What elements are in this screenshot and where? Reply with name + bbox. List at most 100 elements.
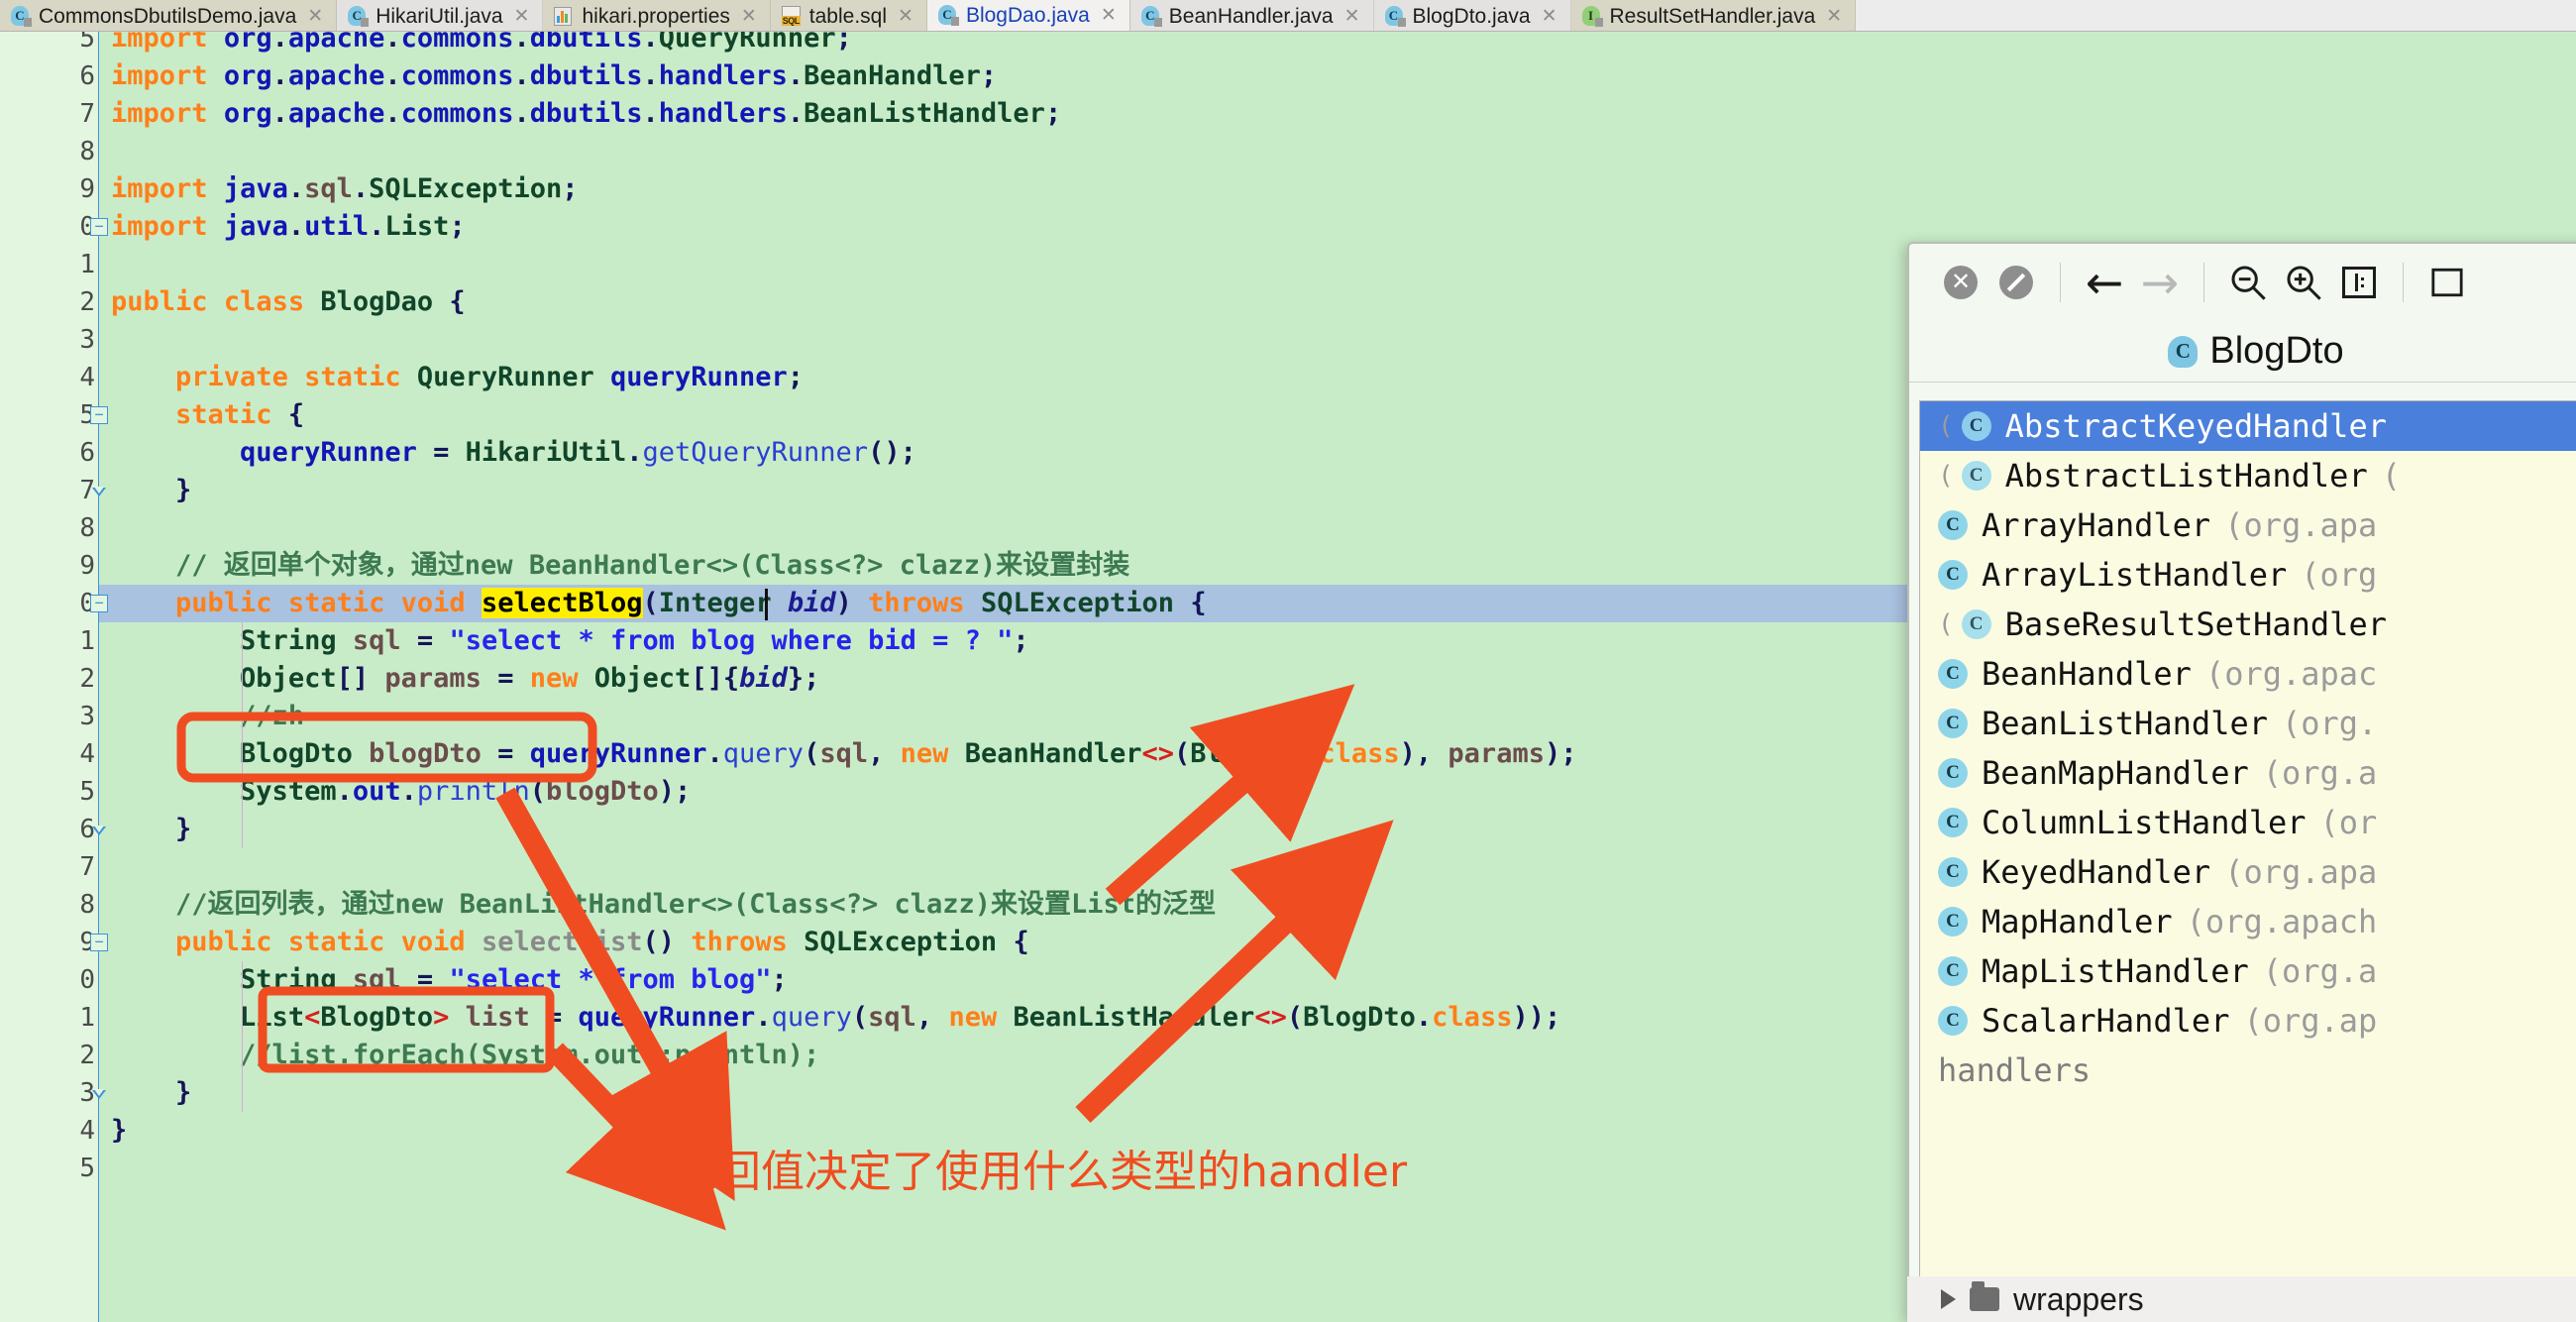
editor-tab-table-sql[interactable]: SQL table.sql ✕: [770, 0, 927, 31]
project-tree-row-wrappers[interactable]: wrappers: [1907, 1276, 2576, 1322]
java-class-icon: C: [1140, 5, 1162, 27]
forward-arrow-icon-glyph: →: [2140, 256, 2180, 309]
line-number: 5: [79, 1154, 95, 1183]
line-number: 7: [79, 852, 95, 882]
code-line: //list.forEach(System.out::println);: [240, 1040, 820, 1070]
editor-tab-blogdao-java[interactable]: C BlogDao.java ✕: [926, 0, 1130, 31]
close-icon[interactable]: ✕: [1826, 7, 1842, 26]
folder-icon: [1970, 1281, 1999, 1311]
fold-collapse-icon[interactable]: −: [90, 406, 108, 424]
autocomplete-list[interactable]: (C AbstractKeyedHandler(C AbstractListHand…: [1919, 400, 2576, 1294]
autocomplete-item[interactable]: C KeyedHandler (org.apa: [1920, 847, 2576, 897]
autocomplete-item[interactable]: C ArrayHandler (org.apa: [1920, 500, 2576, 550]
line-number: 6: [79, 61, 95, 91]
autocomplete-item-package: (org: [2301, 556, 2378, 594]
autocomplete-item-package: (org.ap: [2243, 1002, 2378, 1040]
autocomplete-item[interactable]: (C AbstractListHandler(: [1920, 451, 2576, 500]
line-number: 6: [79, 438, 95, 468]
autocomplete-item[interactable]: (C AbstractKeyedHandler: [1920, 401, 2576, 451]
java-class-icon: C: [348, 5, 370, 27]
editor-tab-hikariutil-java[interactable]: C HikariUtil.java ✕: [337, 0, 544, 31]
autocomplete-item[interactable]: C BeanListHandler (org.: [1920, 699, 2576, 748]
line-number: 2: [79, 664, 95, 694]
line-number: 8: [79, 890, 95, 920]
line-number: 3: [79, 702, 95, 731]
fold-end-marker-icon[interactable]: [90, 821, 108, 838]
code-line: private static QueryRunner queryRunner;: [175, 362, 805, 392]
close-icon[interactable]: ✕: [307, 7, 323, 26]
fold-collapse-icon[interactable]: −: [90, 595, 108, 612]
fold-end-marker-icon[interactable]: [90, 1084, 108, 1102]
line-number: 1: [79, 250, 95, 279]
java-interface-icon: I: [1581, 5, 1603, 27]
popup-toolbar[interactable]: ✕ ← →: [1909, 244, 2576, 321]
autocomplete-item[interactable]: C ColumnListHandler (or: [1920, 798, 2576, 847]
autocomplete-item-name: ScalarHandler: [1982, 1002, 2230, 1040]
class-icon: C: [1938, 659, 1968, 689]
autocomplete-item-package: (org.apac: [2204, 655, 2378, 693]
code-line: //返回列表，通过new BeanListHandler<>(Class<?> …: [175, 889, 1217, 920]
code-line: }: [175, 1077, 192, 1108]
editor-tab-resultsethandler-java[interactable]: I ResultSetHandler.java ✕: [1570, 0, 1857, 31]
tab-label: HikariUtil.java: [376, 4, 503, 28]
tab-label: BeanHandler.java: [1168, 4, 1334, 28]
documentation-popup-window[interactable]: ✕ ← → C BlogDto (C AbstractKeyedHandler(C Ab…: [1907, 242, 2576, 1322]
class-icon: C: [1938, 808, 1968, 837]
tree-row-label: wrappers: [2013, 1280, 2144, 1317]
autocomplete-item[interactable]: C ArrayListHandler (org: [1920, 550, 2576, 600]
autocomplete-item[interactable]: C MapHandler (org.apach: [1920, 897, 2576, 946]
line-number: 8: [79, 513, 95, 543]
close-icon[interactable]: ✕: [514, 7, 530, 26]
autocomplete-item[interactable]: C BeanMapHandler (org.a: [1920, 748, 2576, 798]
no-entry-icon[interactable]: [1988, 255, 2044, 310]
line-number: 4: [79, 739, 95, 769]
tab-label: table.sql: [808, 4, 888, 28]
toolbar-separator: [2060, 263, 2061, 302]
back-arrow-icon[interactable]: ←: [2077, 255, 2132, 310]
line-number: 0: [79, 589, 95, 618]
autocomplete-item-hidden[interactable]: handlers: [1920, 1046, 2576, 1095]
code-line: import org.apache.commons.dbutils.handle…: [111, 60, 998, 91]
abstract-class-icon: C: [1961, 609, 1991, 639]
autocomplete-item-name: KeyedHandler: [1982, 853, 2211, 891]
open-in-window-icon[interactable]: [2419, 255, 2475, 310]
line-number: 9: [79, 174, 95, 204]
close-icon[interactable]: ✕: [1542, 7, 1557, 26]
zoom-in-icon[interactable]: [2276, 255, 2331, 310]
class-icon: C: [2168, 335, 2199, 368]
editor-tab-commonsdbutilsdemo-java[interactable]: C CommonsDbutilsDemo.java ✕: [0, 0, 338, 31]
autocomplete-item[interactable]: C BeanHandler (org.apac: [1920, 649, 2576, 699]
fold-collapse-icon[interactable]: −: [90, 934, 108, 951]
autocomplete-item[interactable]: C ScalarHandler (org.ap: [1920, 996, 2576, 1046]
editor-tab-bar[interactable]: C CommonsDbutilsDemo.java ✕ C HikariUtil.jav…: [0, 0, 2576, 32]
zoom-out-icon[interactable]: [2220, 255, 2276, 310]
autocomplete-item-package: (org.apa: [2224, 853, 2378, 891]
class-icon: C: [1938, 907, 1968, 936]
java-class-icon: C: [11, 5, 32, 27]
close-icon[interactable]: ✕: [1101, 6, 1117, 25]
editor-tab-beanhandler-java[interactable]: C BeanHandler.java ✕: [1129, 0, 1374, 31]
autocomplete-item-name: BeanHandler: [1982, 655, 2192, 693]
autocomplete-item[interactable]: (C BaseResultSetHandler: [1920, 600, 2576, 649]
close-icon[interactable]: ✕: [1933, 255, 1988, 310]
autocomplete-item[interactable]: C MapListHandler (org.a: [1920, 946, 2576, 996]
close-icon[interactable]: ✕: [898, 7, 913, 26]
close-icon[interactable]: ✕: [741, 7, 757, 26]
fold-collapse-icon[interactable]: −: [90, 218, 108, 236]
editor-tab-hikari-properties[interactable]: hikari.properties ✕: [543, 0, 771, 31]
toolbar-separator: [2203, 263, 2204, 302]
forward-arrow-icon[interactable]: →: [2132, 255, 2188, 310]
line-number: 2: [79, 1041, 95, 1070]
code-line: }: [175, 475, 192, 505]
tab-label: CommonsDbutilsDemo.java: [39, 4, 297, 28]
code-line: public static void selectList() throws S…: [175, 927, 1029, 957]
autocomplete-item-package: (org.a: [2262, 952, 2378, 990]
code-line: }: [111, 1115, 128, 1146]
fit-width-icon[interactable]: [2331, 255, 2387, 310]
abstract-marker: (: [1938, 609, 1954, 639]
close-icon[interactable]: ✕: [1344, 7, 1360, 26]
expand-triangle-icon[interactable]: [1941, 1289, 1956, 1309]
editor-tab-blogdto-java[interactable]: C BlogDto.java ✕: [1373, 0, 1571, 31]
fold-end-marker-icon[interactable]: [90, 482, 108, 499]
abstract-marker: (: [1938, 461, 1954, 491]
